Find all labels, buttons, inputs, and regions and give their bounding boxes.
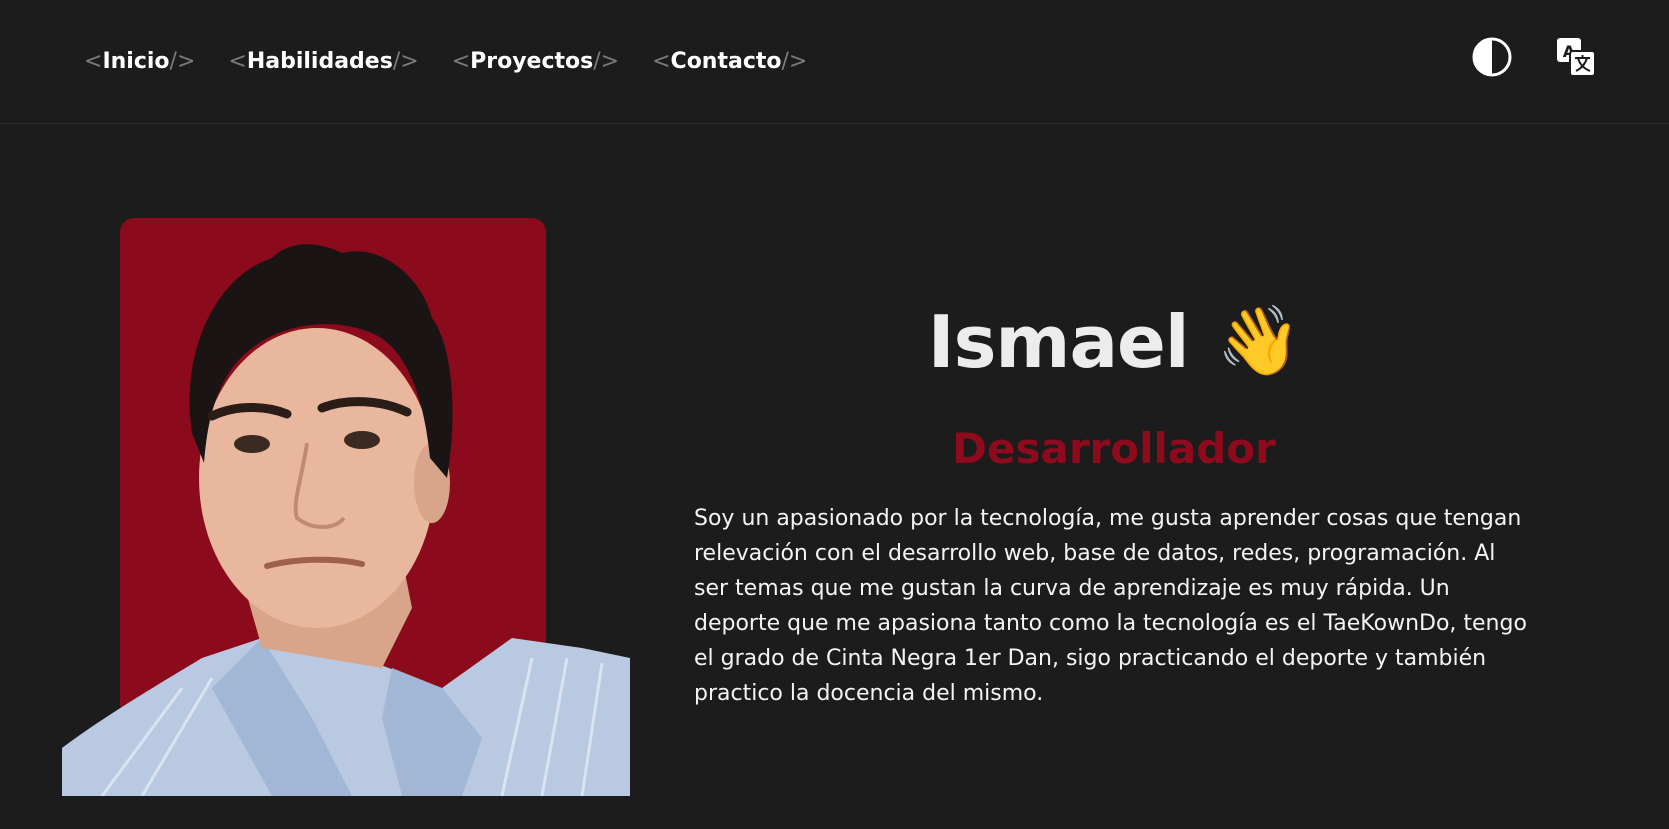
header-tools: A (1471, 36, 1597, 78)
nav-link-contacto[interactable]: < Contacto /> (652, 49, 807, 74)
open-bracket: < (228, 48, 247, 74)
nav-link-inicio[interactable]: < Inicio /> (84, 49, 195, 74)
nav-link-label: Inicio (102, 48, 170, 74)
nav-link-label: Contacto (670, 48, 782, 74)
portrait-image (62, 244, 630, 796)
language-toggle-button[interactable]: A (1555, 36, 1597, 78)
close-bracket: /> (169, 48, 196, 74)
translate-icon: A (1557, 38, 1596, 77)
close-bracket: /> (392, 48, 419, 74)
theme-toggle-button[interactable] (1471, 36, 1513, 78)
role-subtitle: Desarrollador (952, 424, 1276, 473)
bio-paragraph: Soy un apasionado por la tecnología, me … (694, 506, 1527, 706)
profile-photo (62, 218, 630, 796)
hero-section: Ismael 👋 Desarrollador Soy un apasionado… (694, 300, 1534, 711)
name-text: Ismael (927, 300, 1190, 384)
nav-link-label: Proyectos (470, 48, 594, 74)
waving-hand-icon: 👋 (1216, 302, 1302, 381)
nav-link-proyectos[interactable]: < Proyectos /> (452, 49, 619, 74)
open-bracket: < (84, 48, 103, 74)
nav-link-label: Habilidades (246, 48, 393, 74)
open-bracket: < (652, 48, 671, 74)
close-bracket: /> (781, 48, 808, 74)
close-bracket: /> (593, 48, 620, 74)
contrast-icon (1472, 37, 1512, 77)
nav-link-habilidades[interactable]: < Habilidades /> (228, 49, 418, 74)
main-nav: < Inicio /> < Habilidades /> < Proyectos… (84, 45, 807, 77)
top-navigation-bar: < Inicio /> < Habilidades /> < Proyectos… (0, 0, 1669, 124)
page-title: Ismael 👋 (694, 300, 1534, 384)
open-bracket: < (451, 48, 471, 74)
